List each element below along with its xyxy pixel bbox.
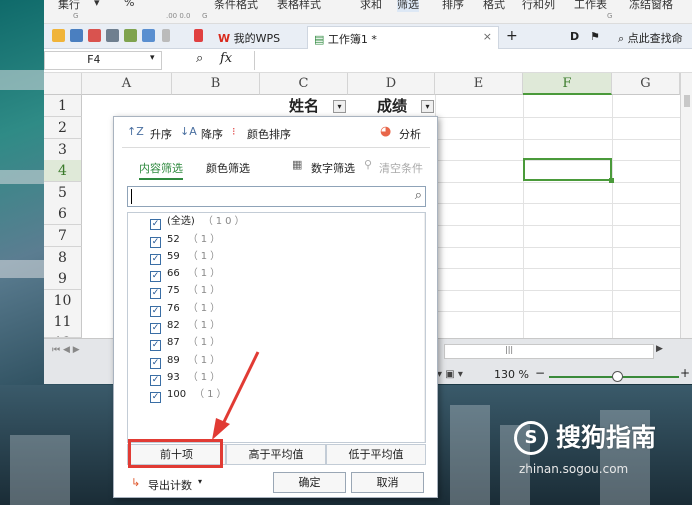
watermark-url: zhinan.sogou.com [519, 462, 629, 476]
sogou-logo-icon: S [514, 421, 548, 455]
watermark-brand: 搜狗指南 [556, 423, 657, 452]
